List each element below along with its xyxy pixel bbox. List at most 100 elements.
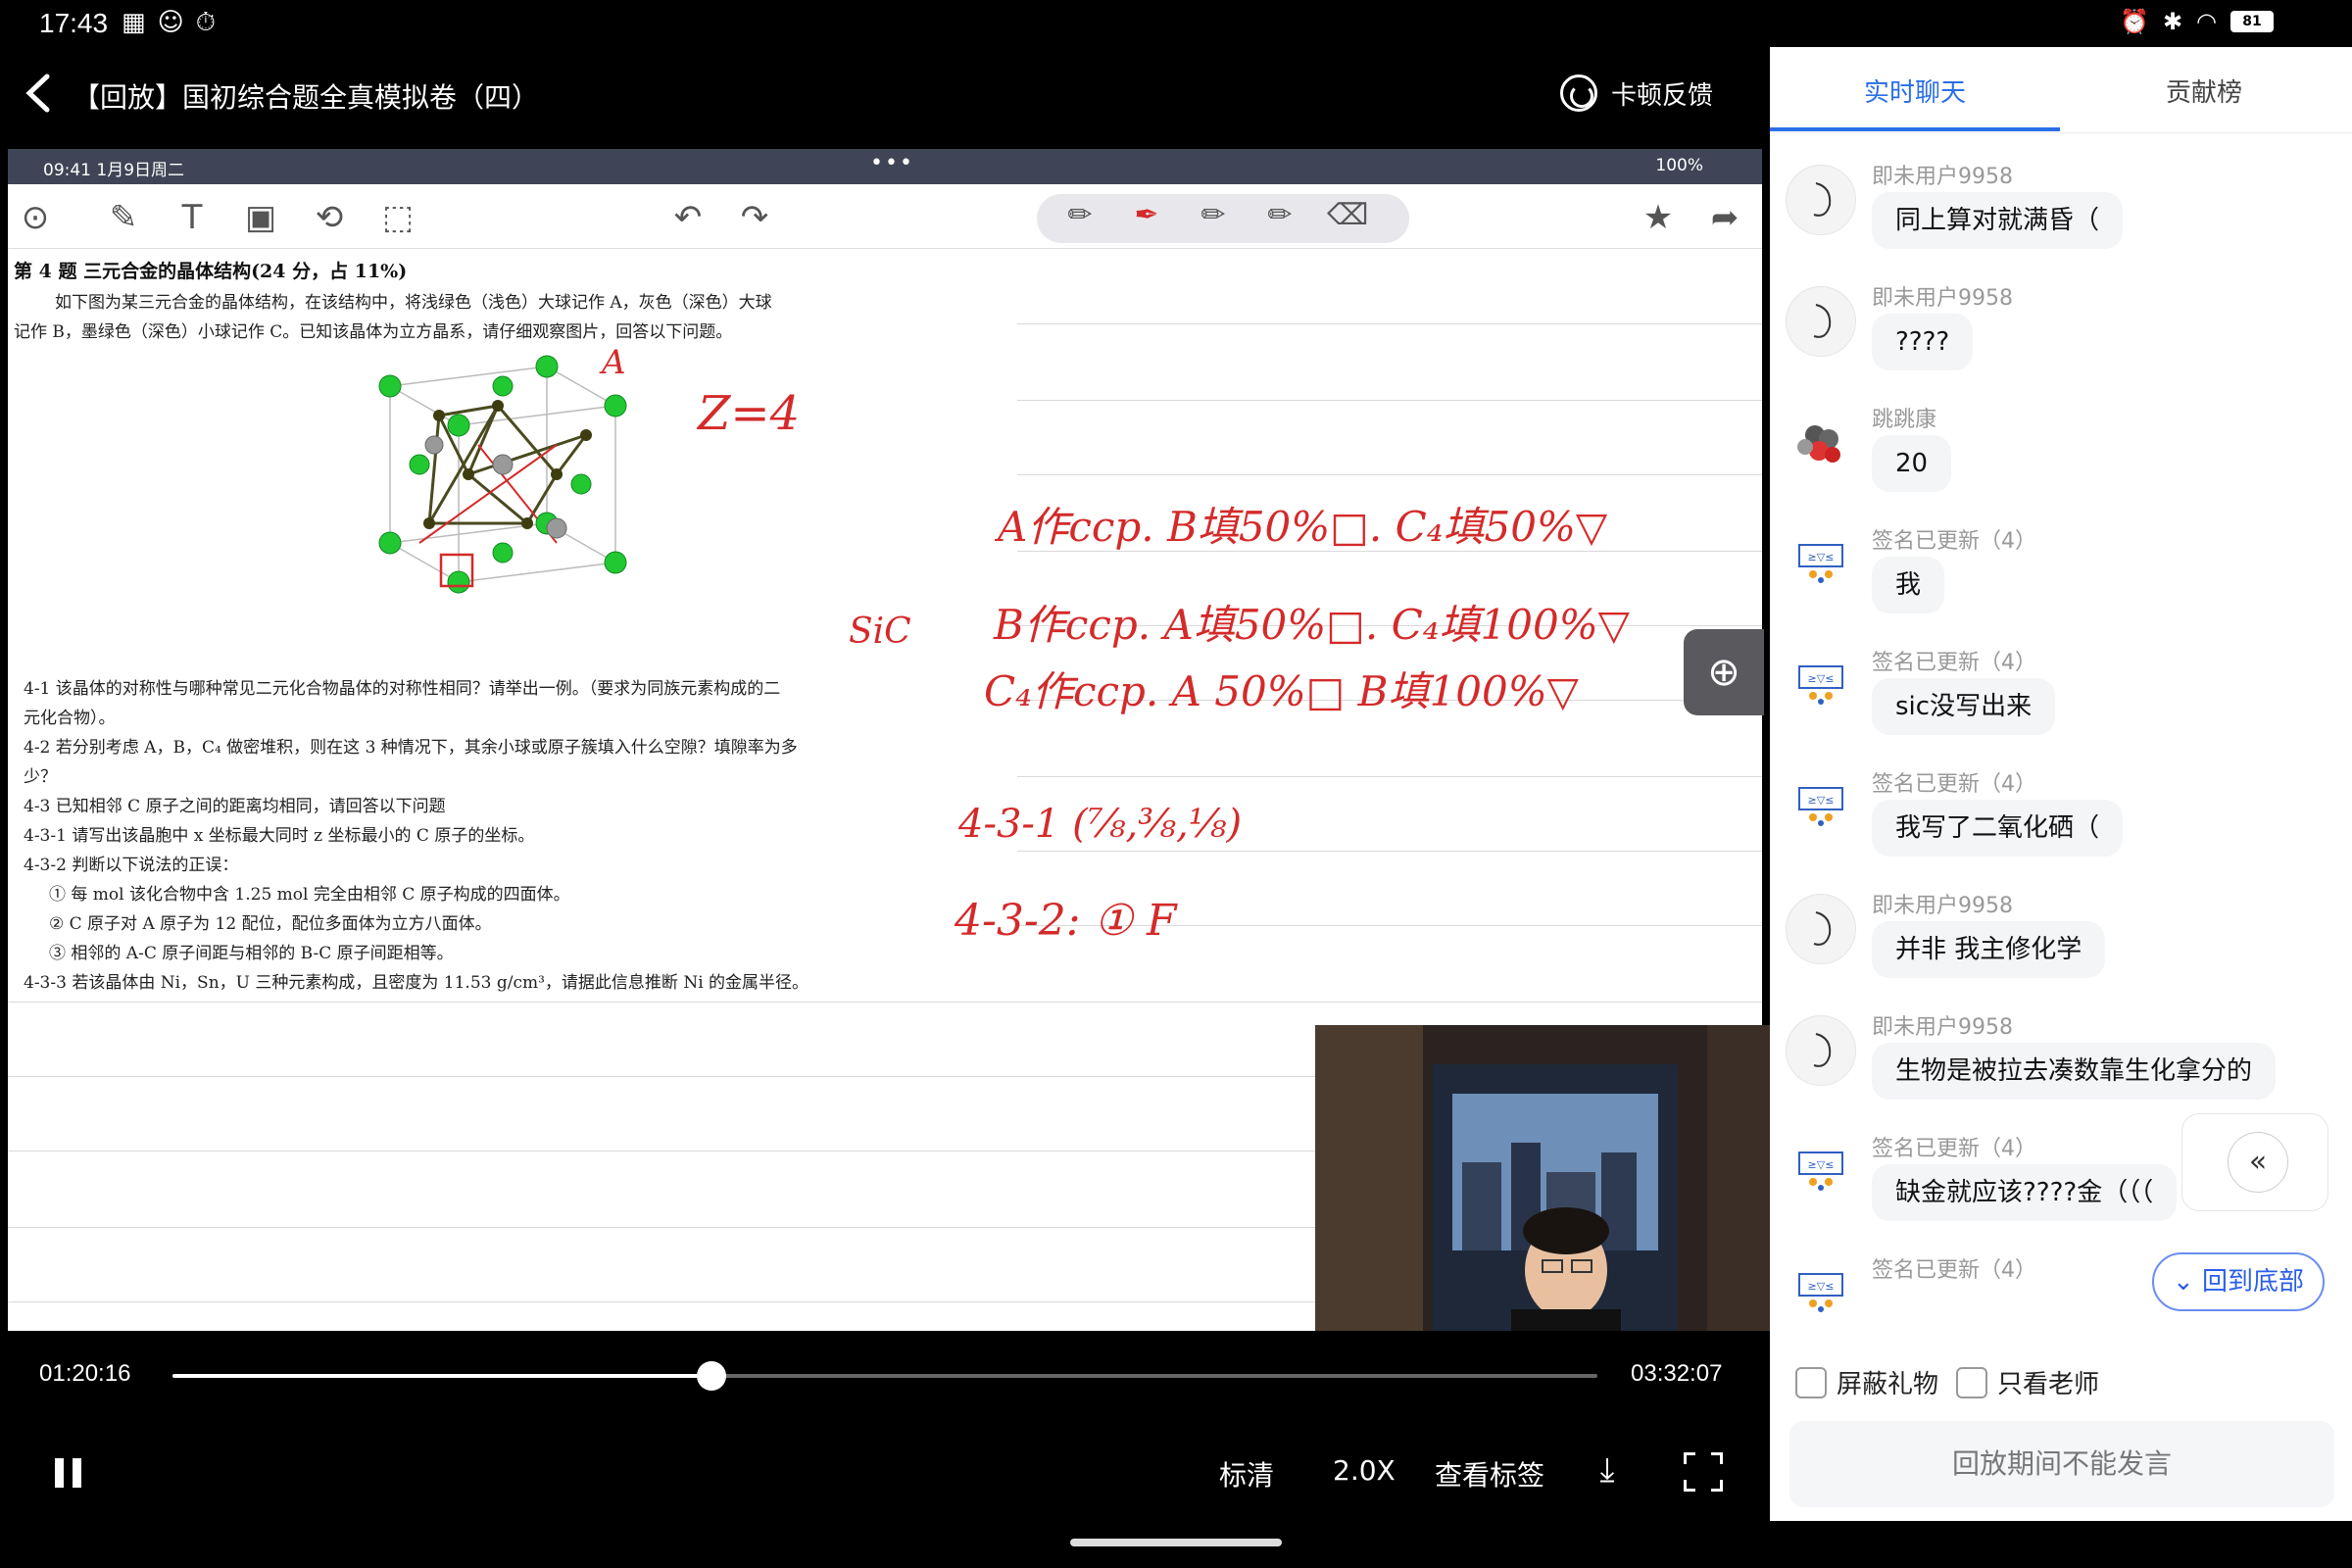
- chat-tabs: 实时聊天 贡献榜: [1770, 47, 2352, 133]
- back-to-bottom-button[interactable]: ⌄ 回到底部: [2152, 1252, 2325, 1311]
- teacher-only-checkbox[interactable]: 只看老师: [1956, 1364, 2099, 1400]
- bluetooth-icon: ✱: [2162, 8, 2183, 35]
- alarm-icon: ⏰: [2120, 8, 2149, 35]
- download-button[interactable]: ⤓: [1588, 1450, 1627, 1490]
- checkbox-icon: [1795, 1366, 1827, 1398]
- svg-text:≥▽≤: ≥▽≤: [1808, 1280, 1835, 1293]
- notes-toolbar: ⊙ ✎ T ▣ ⟲ ⬚ ↶ ↷ ✏ ✒ ✏ ✏ ⌫ ★ ➦: [8, 184, 1762, 249]
- double-chevron-left-icon: «: [2228, 1132, 2288, 1193]
- chat-username: 签名已更新（4）: [1872, 772, 2036, 797]
- avatar[interactable]: ≥▽≤: [1786, 1258, 1856, 1329]
- wifi-icon: ◠: [2196, 8, 2217, 35]
- chat-bubble: 缺金就应该????金（（（: [1872, 1164, 2178, 1221]
- block-gifts-checkbox[interactable]: 屏蔽礼物: [1795, 1364, 1938, 1400]
- handwriting-line-2: B作ccp. A填50%□. C₄填100%▽: [994, 601, 1630, 649]
- question-4-3-3: 4-3-3 若该晶体由 Ni，Sn，U 三种元素构成，且密度为 11.53 g/…: [24, 973, 809, 993]
- share-icon: ➦: [1710, 198, 1740, 237]
- question-4-2-a: 4-2 若分别考虑 A，B，C₄ 做密堆积，则在这 3 种情况下，其余小球或原子…: [24, 738, 798, 758]
- chat-username: 即未用户9958: [1872, 1015, 2013, 1040]
- ipad-battery: 100%: [1655, 156, 1703, 175]
- feedback-label: 卡顿反馈: [1611, 80, 1714, 111]
- pen-tool-icon: ✎: [109, 198, 138, 237]
- ipad-status-bar: 09:41 1月9日周二 ••• 100%: [8, 149, 1762, 184]
- chat-username: 即未用户9958: [1872, 894, 2013, 918]
- chat-bubble: 我: [1872, 557, 1945, 613]
- select-tool-icon: ⬚: [381, 198, 415, 237]
- annotate-tool-button[interactable]: ⊕: [1684, 629, 1764, 715]
- home-indicator[interactable]: [1070, 1539, 1282, 1546]
- avatar[interactable]: ≥▽≤: [1786, 1137, 1856, 1207]
- avatar[interactable]: [1786, 408, 1856, 478]
- chat-footer: 屏蔽礼物 只看老师 回放期间不能发言: [1770, 1333, 2352, 1521]
- tab-leaderboard[interactable]: 贡献榜: [2166, 73, 2242, 109]
- handwriting-z: Z=4: [698, 386, 801, 441]
- handwriting-line-3: C₄作ccp. A 50%□ B填100%▽: [984, 667, 1579, 715]
- question-4-1-b: 元化合物）。: [24, 709, 116, 728]
- redo-icon: ↷: [740, 198, 769, 237]
- teacher-camera[interactable]: [1315, 1025, 1770, 1331]
- download-icon: ⤓: [1599, 1450, 1615, 1490]
- fullscreen-button[interactable]: [1684, 1452, 1723, 1492]
- chat-bubble: 生物是被拉去凑数靠生化拿分的: [1872, 1043, 2277, 1100]
- statement-1: ① 每 mol 该化合物中含 1.25 mol 完全由相邻 C 原子构成的四面体…: [49, 885, 570, 905]
- undo-icon: ↶: [673, 198, 703, 237]
- quality-button[interactable]: 标清: [1219, 1454, 1274, 1494]
- progress-slider[interactable]: [172, 1361, 1597, 1391]
- avatar[interactable]: ≥▽≤: [1786, 772, 1856, 843]
- statement-3: ③ 相邻的 A-C 原子间距与相邻的 B-C 原子间距相等。: [49, 944, 454, 963]
- total-time: 03:32:07: [1631, 1360, 1723, 1387]
- chat-username: 签名已更新（4）: [1872, 529, 2036, 554]
- chat-username: 跳跳康: [1872, 408, 1937, 432]
- chat-username: 即未用户9958: [1872, 286, 2013, 311]
- chat-bubble: 并非 我主修化学: [1872, 921, 2106, 978]
- progress-fill: [172, 1374, 711, 1378]
- pause-button[interactable]: [55, 1458, 84, 1488]
- avatar[interactable]: [1786, 894, 1856, 964]
- svg-text:≥▽≤: ≥▽≤: [1808, 794, 1835, 807]
- status-time: 17:43: [39, 8, 109, 38]
- pencil-icon: ✏: [1067, 198, 1093, 232]
- view-tags-button[interactable]: 查看标签: [1435, 1454, 1544, 1494]
- avatar[interactable]: ≥▽≤: [1786, 651, 1856, 721]
- app-notification-icon: ☺: [157, 8, 184, 37]
- lasso-tool-icon: ⟲: [315, 198, 344, 237]
- red-pen-icon: ✒: [1134, 198, 1159, 232]
- speed-button[interactable]: 2.0X: [1333, 1454, 1396, 1487]
- question-4-3-1: 4-3-1 请写出该晶胞中 x 坐标最大同时 z 坐标最小的 C 原子的坐标。: [24, 826, 535, 846]
- chat-message: 跳跳康 20: [1770, 390, 2352, 514]
- chat-message: 即未用户9958 同上算对就满昏（: [1770, 147, 2352, 270]
- timer-icon: ⏱: [195, 8, 216, 37]
- collapse-panel-button[interactable]: «: [2181, 1113, 2328, 1211]
- avatar[interactable]: [1786, 1015, 1856, 1086]
- chat-bubble: 20: [1872, 435, 1952, 492]
- handwriting-sic: SiC: [849, 612, 911, 652]
- back-button[interactable]: [20, 71, 59, 116]
- progress-knob[interactable]: [696, 1361, 726, 1391]
- chat-message: ≥▽≤ 签名已更新（4） 我写了二氧化硒（: [1770, 755, 2352, 878]
- app-root: 17:43 ▦ ☺ ⏱ ⏰ ✱ ◠ 81 【回放】国初综合题全真模拟卷（四） 卡…: [0, 0, 2352, 1568]
- avatar[interactable]: [1786, 286, 1856, 357]
- avatar[interactable]: ≥▽≤: [1786, 529, 1856, 600]
- lag-feedback-button[interactable]: 卡顿反馈: [1560, 74, 1713, 112]
- tab-live-chat[interactable]: 实时聊天: [1864, 73, 1966, 109]
- pause-icon: [55, 1458, 64, 1488]
- page-title: 【回放】国初综合题全真模拟卷（四）: [73, 81, 540, 114]
- chat-username: 签名已更新（4）: [1872, 1258, 2036, 1283]
- chat-bubble: 同上算对就满昏（: [1872, 192, 2124, 249]
- playback-controls: 01:20:16 03:32:07 标清 2.0X 查看标签 ⤓: [0, 1333, 1770, 1568]
- eraser-icon: ⌫: [1327, 198, 1369, 232]
- current-time: 01:20:16: [39, 1360, 131, 1387]
- handwriting-answer-1: 4-3-1 (⅞,⅜,⅛): [958, 802, 1243, 847]
- feedback-icon: [1560, 74, 1597, 112]
- chat-username: 即未用户9958: [1872, 165, 2013, 189]
- double-chevron-down-icon: ⌄: [2172, 1267, 2203, 1297]
- crystal-structure-diagram: [378, 355, 627, 594]
- chat-message: 即未用户9958????: [1770, 269, 2352, 392]
- chat-username: 签名已更新（4）: [1872, 1137, 2036, 1161]
- question-4-3: 4-3 已知相邻 C 原子之间的距离均相同，请回答以下问题: [24, 797, 446, 816]
- active-tab-indicator: [1770, 127, 2060, 131]
- highlighter-icon: ✏: [1267, 198, 1293, 232]
- star-icon: ★: [1642, 198, 1674, 237]
- svg-text:≥▽≤: ≥▽≤: [1808, 1158, 1835, 1171]
- avatar[interactable]: [1786, 165, 1856, 235]
